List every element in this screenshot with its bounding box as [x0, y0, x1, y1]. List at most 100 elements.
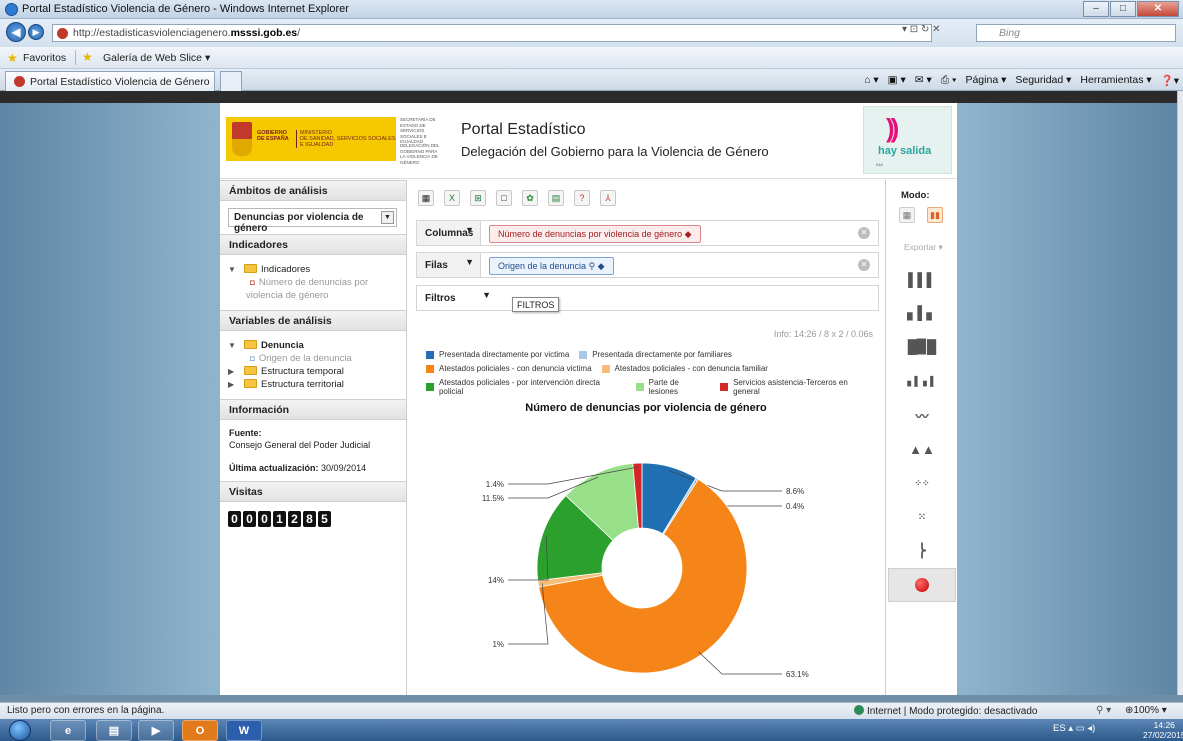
ambitos-selected-value: Denuncias por violencia de género	[234, 212, 364, 234]
settings-icon[interactable]: ✿	[522, 190, 538, 206]
excel-alt-icon[interactable]: ⊞	[470, 190, 486, 206]
mail-icon[interactable]: ✉ ▾	[915, 74, 932, 87]
exportar-dropdown[interactable]: Exportar ▾	[904, 242, 943, 253]
scatter-chart-icon[interactable]: ⁙	[886, 500, 958, 534]
chevron-down-icon[interactable]: ▼	[381, 211, 394, 224]
legend-swatch	[635, 383, 644, 391]
legend-label: Parte de lesiones	[648, 378, 679, 396]
line-chart-icon[interactable]: 〰	[886, 398, 958, 432]
blank-icon[interactable]: □	[496, 190, 512, 206]
security-zone[interactable]: Internet | Modo protegido: desactivado	[854, 705, 1037, 717]
visit-counter: 0 0 0 1 2 8 5	[220, 502, 406, 527]
expand-icon[interactable]: ▼	[228, 339, 236, 352]
tree-leaf-indicador[interactable]: ◘ Número de denuncias por	[228, 276, 406, 289]
triangle-down-icon[interactable]: ▼	[465, 225, 474, 235]
hay-salida-swirl-icon: ))	[886, 113, 899, 143]
back-button[interactable]: ◀	[6, 22, 26, 42]
clear-icon[interactable]: ✕	[858, 259, 870, 271]
help-icon[interactable]: ❓▾	[1161, 74, 1179, 87]
add-favorite-icon[interactable]: ★	[82, 50, 93, 64]
zoom-level[interactable]: ⊕100% ▾	[1125, 705, 1167, 716]
dot-matrix-icon[interactable]: ⁘⁘	[886, 466, 958, 500]
tree-folder-temporal[interactable]: ▶ Estructura temporal	[228, 365, 406, 378]
legend-item[interactable]: Atestados policiales - con denuncia vict…	[426, 364, 592, 373]
excel-icon[interactable]: X	[444, 190, 460, 206]
media-player-taskbar-icon[interactable]: ▶	[138, 720, 174, 741]
legend-item[interactable]: Atestados policiales - por intervención …	[426, 378, 626, 396]
print-icon[interactable]: ⎙ ▾	[941, 74, 957, 87]
search-input[interactable]: Bing	[976, 24, 1176, 42]
columnas-chip[interactable]: Número de denuncias por violencia de gén…	[489, 225, 701, 243]
grouped-bar-chart-icon[interactable]: ▖▌▖	[886, 296, 958, 330]
ambitos-select[interactable]: Denuncias por violencia de género ▼	[228, 208, 397, 234]
legend-label: Presentada directamente por victima	[439, 350, 570, 359]
hay-salida-logo[interactable]: )) hay salida 016	[863, 106, 952, 174]
ie-taskbar-icon[interactable]: e	[50, 720, 86, 741]
tab-title: Portal Estadístico Violencia de Género	[30, 76, 210, 88]
legend-item[interactable]: Parte de lesiones	[635, 378, 710, 396]
web-slice-gallery-link[interactable]: Galería de Web Slice ▾	[103, 52, 210, 64]
zoom-lock-icon[interactable]: ⚲ ▾	[1096, 705, 1111, 716]
forward-button[interactable]: ▶	[28, 24, 44, 40]
feeds-icon[interactable]: ▣ ▾	[888, 74, 906, 87]
pie-chart-button[interactable]	[888, 568, 956, 602]
outlook-taskbar-icon[interactable]: O	[182, 720, 218, 741]
security-menu[interactable]: Seguridad ▾	[1015, 74, 1071, 87]
filas-chip[interactable]: Origen de la denuncia ⚲ ◆	[489, 257, 614, 275]
help-icon[interactable]: ?	[574, 190, 590, 206]
system-tray[interactable]: ES ▴ ▭ ◂)	[1053, 723, 1095, 734]
refresh-stop-icons[interactable]: ▾ ⊡ ↻ ✕	[902, 24, 941, 35]
triangle-down-icon[interactable]: ▼	[482, 290, 491, 300]
pdf-icon[interactable]: ⅄	[600, 190, 616, 206]
gobierno-text: GOBIERNO DE ESPAÑA	[257, 130, 289, 142]
maximize-button[interactable]: □	[1110, 1, 1136, 17]
table-mode-icon[interactable]: ▦	[899, 207, 915, 223]
legend-item[interactable]: Presentada directamente por familiares	[579, 350, 732, 359]
home-icon[interactable]: ⌂ ▾	[864, 74, 879, 87]
tree-folder-denuncia[interactable]: ▼ Denuncia	[228, 339, 406, 352]
tree-folder-indicadores[interactable]: ▼ Indicadores	[228, 263, 406, 276]
close-button[interactable]: ✕	[1137, 1, 1179, 17]
calc-icon[interactable]: ▤	[548, 190, 564, 206]
new-tab-button[interactable]	[220, 71, 242, 91]
tab-portal[interactable]: Portal Estadístico Violencia de Género	[5, 71, 215, 91]
favorites-button[interactable]: Favoritos	[23, 52, 66, 64]
ultima-label: Última actualización:	[229, 463, 319, 473]
bar-chart-icon[interactable]: ▌▌▌	[886, 262, 958, 296]
area-chart-icon[interactable]: ▲▲	[886, 432, 958, 466]
minimize-button[interactable]: –	[1083, 1, 1109, 17]
tree-folder-territorial[interactable]: ▶ Estructura territorial	[228, 378, 406, 391]
explorer-taskbar-icon[interactable]: ▤	[96, 720, 132, 741]
favorites-star-icon[interactable]: ★	[7, 51, 18, 65]
counter-digit: 0	[228, 511, 241, 527]
page-menu[interactable]: Página ▾	[965, 74, 1006, 87]
step-chart-icon[interactable]: ⎬	[886, 534, 958, 568]
gobierno-logo[interactable]: GOBIERNO DE ESPAÑA MINISTERIO DE SANIDAD, …	[226, 117, 396, 161]
vertical-scrollbar[interactable]	[1177, 91, 1183, 695]
multi-bar-chart-icon[interactable]: ▖▌ ▖▌	[886, 364, 958, 398]
url-input[interactable]: http://estadisticasviolenciagenero.msssi…	[52, 24, 932, 42]
clear-icon[interactable]: ✕	[858, 227, 870, 239]
word-taskbar-icon[interactable]: W	[226, 720, 262, 741]
tree-leaf-indicador-cont[interactable]: violencia de género	[228, 289, 406, 302]
chart-mode-icon[interactable]: ▮▮	[927, 207, 943, 223]
columnas-dropdown[interactable]: Columnas ▼	[417, 221, 481, 245]
legend-label: Atestados policiales - con denuncia vict…	[439, 364, 592, 373]
legend-item[interactable]: Presentada directamente por victima	[426, 350, 569, 359]
filtros-dropdown[interactable]: Filtros ▼	[417, 286, 491, 310]
start-button[interactable]	[9, 720, 31, 741]
tree-leaf-origen[interactable]: ◘ Origen de la denuncia	[228, 352, 406, 365]
legend-item[interactable]: Servicios asistencia-Terceros en general	[720, 378, 876, 396]
tools-menu[interactable]: Herramientas ▾	[1080, 74, 1151, 87]
collapse-icon[interactable]: ▶	[228, 378, 234, 391]
triangle-down-icon[interactable]: ▼	[465, 257, 474, 267]
hay-salida-footer: 016	[876, 162, 883, 167]
legend-item[interactable]: Atestados policiales - con denuncia fami…	[601, 364, 768, 373]
table-view-icon[interactable]: ▦	[418, 190, 434, 206]
expand-icon[interactable]: ▼	[228, 263, 236, 276]
collapse-icon[interactable]: ▶	[228, 365, 234, 378]
filas-dropdown[interactable]: Filas ▼	[417, 253, 481, 277]
page-viewport: GOBIERNO DE ESPAÑA MINISTERIO DE SANIDAD, …	[0, 91, 1177, 695]
clock[interactable]: 14:26 27/02/2015	[1143, 720, 1183, 740]
stacked-bar-chart-icon[interactable]: █▉█	[886, 330, 958, 364]
